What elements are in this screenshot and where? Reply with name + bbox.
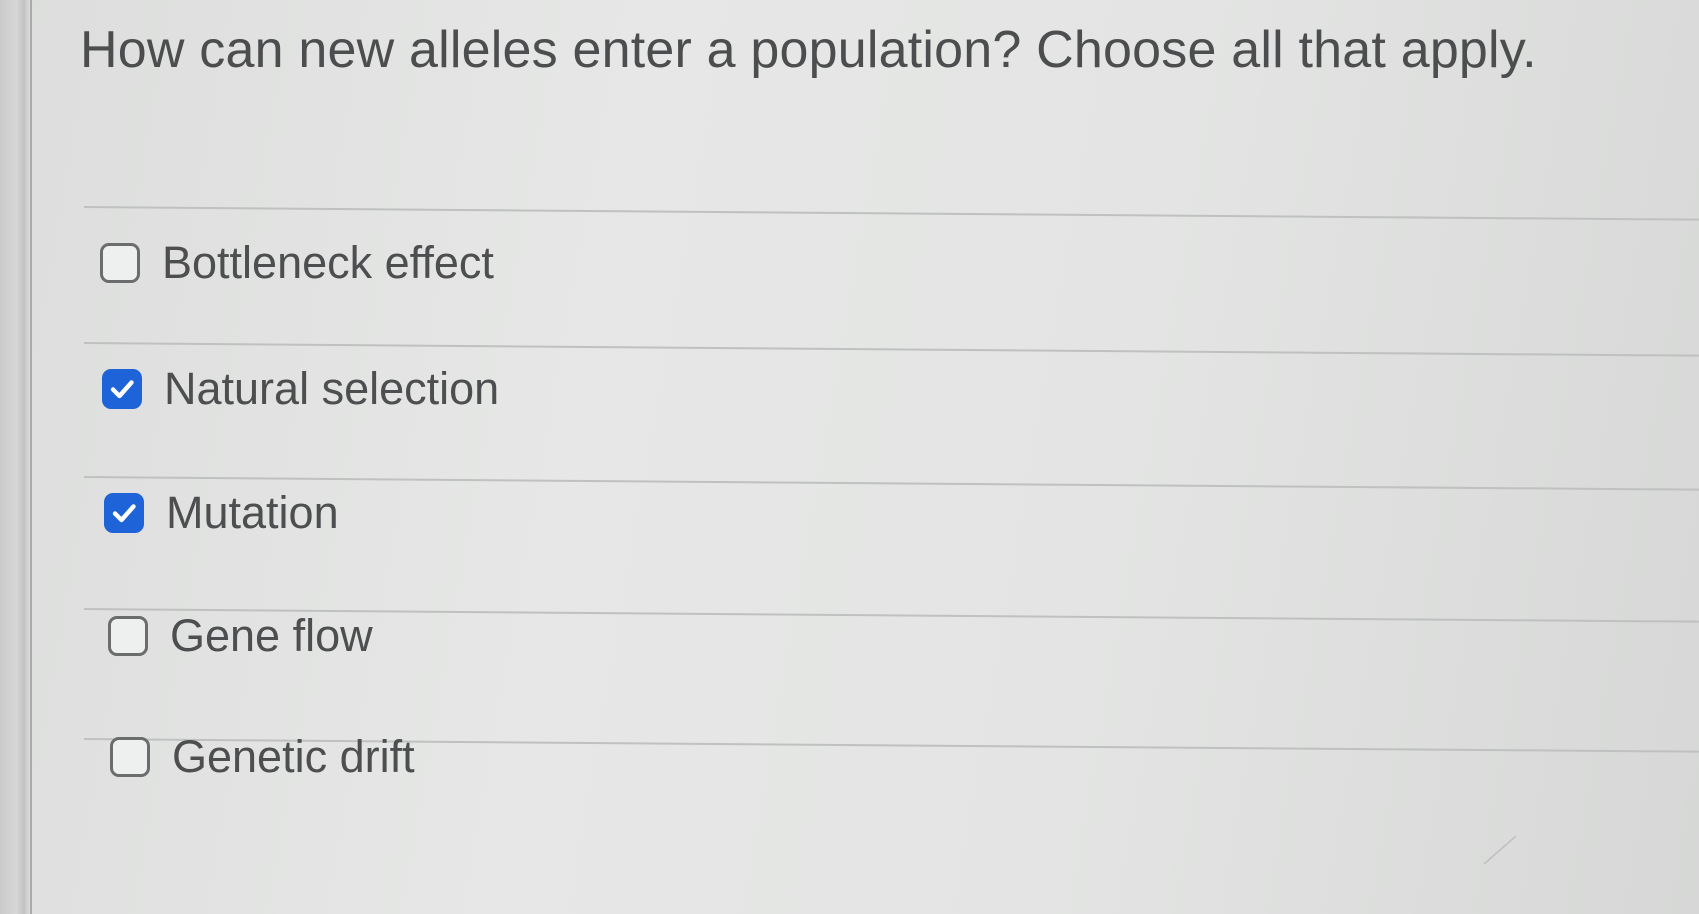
screen-reflection	[1483, 835, 1517, 865]
option-genetic-drift[interactable]: Genetic drift	[110, 722, 415, 792]
option-label: Mutation	[166, 487, 339, 538]
question-text: How can new alleles enter a population? …	[80, 21, 1537, 79]
option-bottleneck-effect[interactable]: Bottleneck effect	[100, 228, 494, 298]
checkmark-icon	[112, 504, 136, 523]
option-label: Genetic drift	[172, 731, 415, 782]
checkmark-icon	[110, 380, 134, 399]
quiz-page: How can new alleles enter a population? …	[0, 0, 1699, 914]
option-gene-flow[interactable]: Gene flow	[108, 601, 373, 671]
option-label: Gene flow	[170, 610, 373, 661]
answer-options: Bottleneck effect Natural selection Muta…	[83, 206, 1699, 906]
checkbox-unchecked-icon[interactable]	[100, 243, 140, 283]
option-mutation[interactable]: Mutation	[104, 478, 339, 548]
checkbox-unchecked-icon[interactable]	[110, 737, 150, 777]
screen-left-edge	[0, 0, 32, 914]
option-label: Bottleneck effect	[162, 237, 494, 288]
option-divider	[83, 206, 1699, 221]
checkbox-unchecked-icon[interactable]	[108, 616, 148, 656]
option-natural-selection[interactable]: Natural selection	[102, 354, 499, 424]
checkbox-checked-icon[interactable]	[104, 493, 144, 533]
option-label: Natural selection	[164, 363, 500, 414]
checkbox-checked-icon[interactable]	[102, 369, 142, 409]
